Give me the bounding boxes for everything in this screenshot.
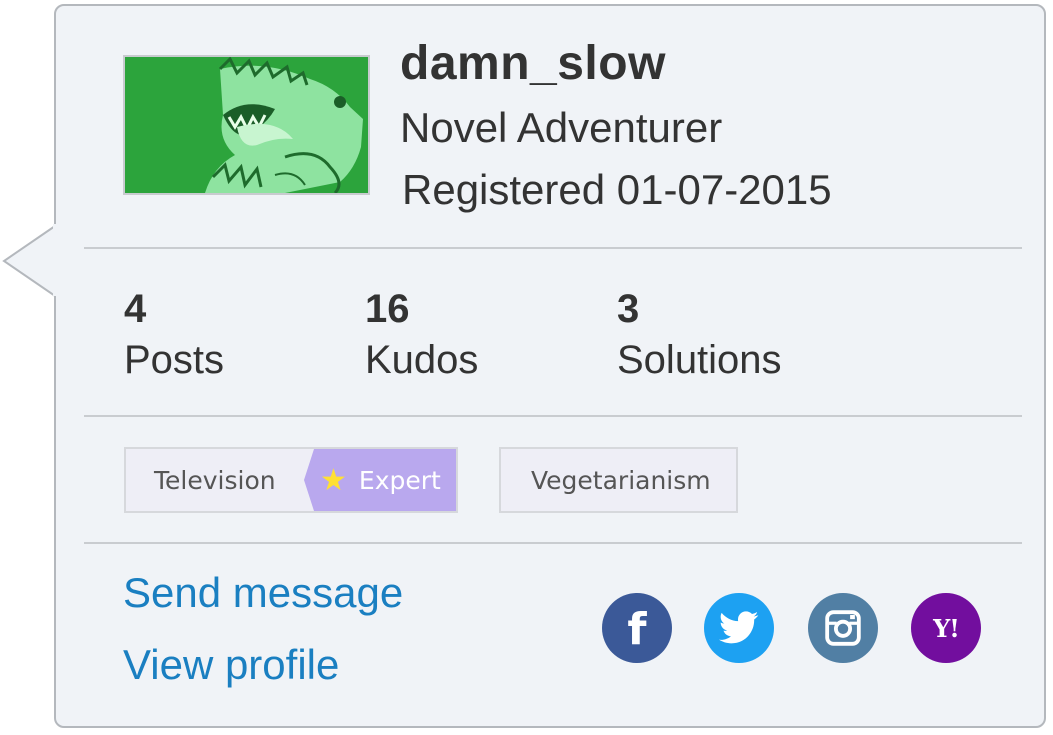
twitter-icon[interactable]	[704, 593, 774, 663]
pointer-joint	[53, 224, 59, 296]
badge-label: Vegetarianism	[531, 465, 711, 495]
expert-tag: ★ Expert	[304, 449, 456, 511]
divider	[84, 247, 1022, 249]
twitter-bird	[719, 611, 759, 644]
stat-label: Kudos	[365, 338, 479, 382]
badge-label: Television	[154, 465, 276, 495]
user-rank: Novel Adventurer	[400, 104, 723, 151]
facebook-icon[interactable]: f	[602, 593, 672, 663]
profile-card: damn_slow Novel Adventurer Registered 01…	[53, 4, 1046, 728]
star-icon: ★	[320, 462, 347, 498]
facebook-glyph: f	[627, 604, 647, 655]
registration-date: Registered 01-07-2015	[402, 166, 832, 213]
stat-label: Posts	[124, 338, 225, 382]
instagram-icon[interactable]	[808, 593, 878, 663]
popover-pointer	[2, 222, 59, 300]
username[interactable]: damn_slow	[400, 36, 666, 91]
view-profile-link[interactable]: View profile	[123, 641, 339, 689]
send-message-link[interactable]: Send message	[123, 569, 403, 617]
yahoo-icon[interactable]: Y!	[911, 593, 981, 663]
badge-television[interactable]: Television ★ Expert	[124, 447, 458, 513]
stat-value: 16	[365, 287, 410, 331]
expert-label: Expert	[358, 465, 441, 495]
divider	[84, 415, 1022, 417]
instagram-glyph	[825, 610, 861, 646]
dragon-avatar-image	[125, 57, 368, 193]
stat-value: 3	[617, 287, 640, 331]
stat-value: 4	[124, 287, 147, 331]
avatar[interactable]	[123, 55, 370, 195]
stat-posts[interactable]: 4 Posts	[124, 286, 224, 388]
badge-vegetarianism[interactable]: Vegetarianism	[499, 447, 738, 513]
yahoo-glyph: Y!	[933, 613, 960, 643]
stat-solutions[interactable]: 3 Solutions	[617, 286, 782, 388]
divider	[84, 542, 1022, 544]
stat-label: Solutions	[617, 338, 782, 382]
stat-kudos[interactable]: 16 Kudos	[365, 286, 478, 388]
